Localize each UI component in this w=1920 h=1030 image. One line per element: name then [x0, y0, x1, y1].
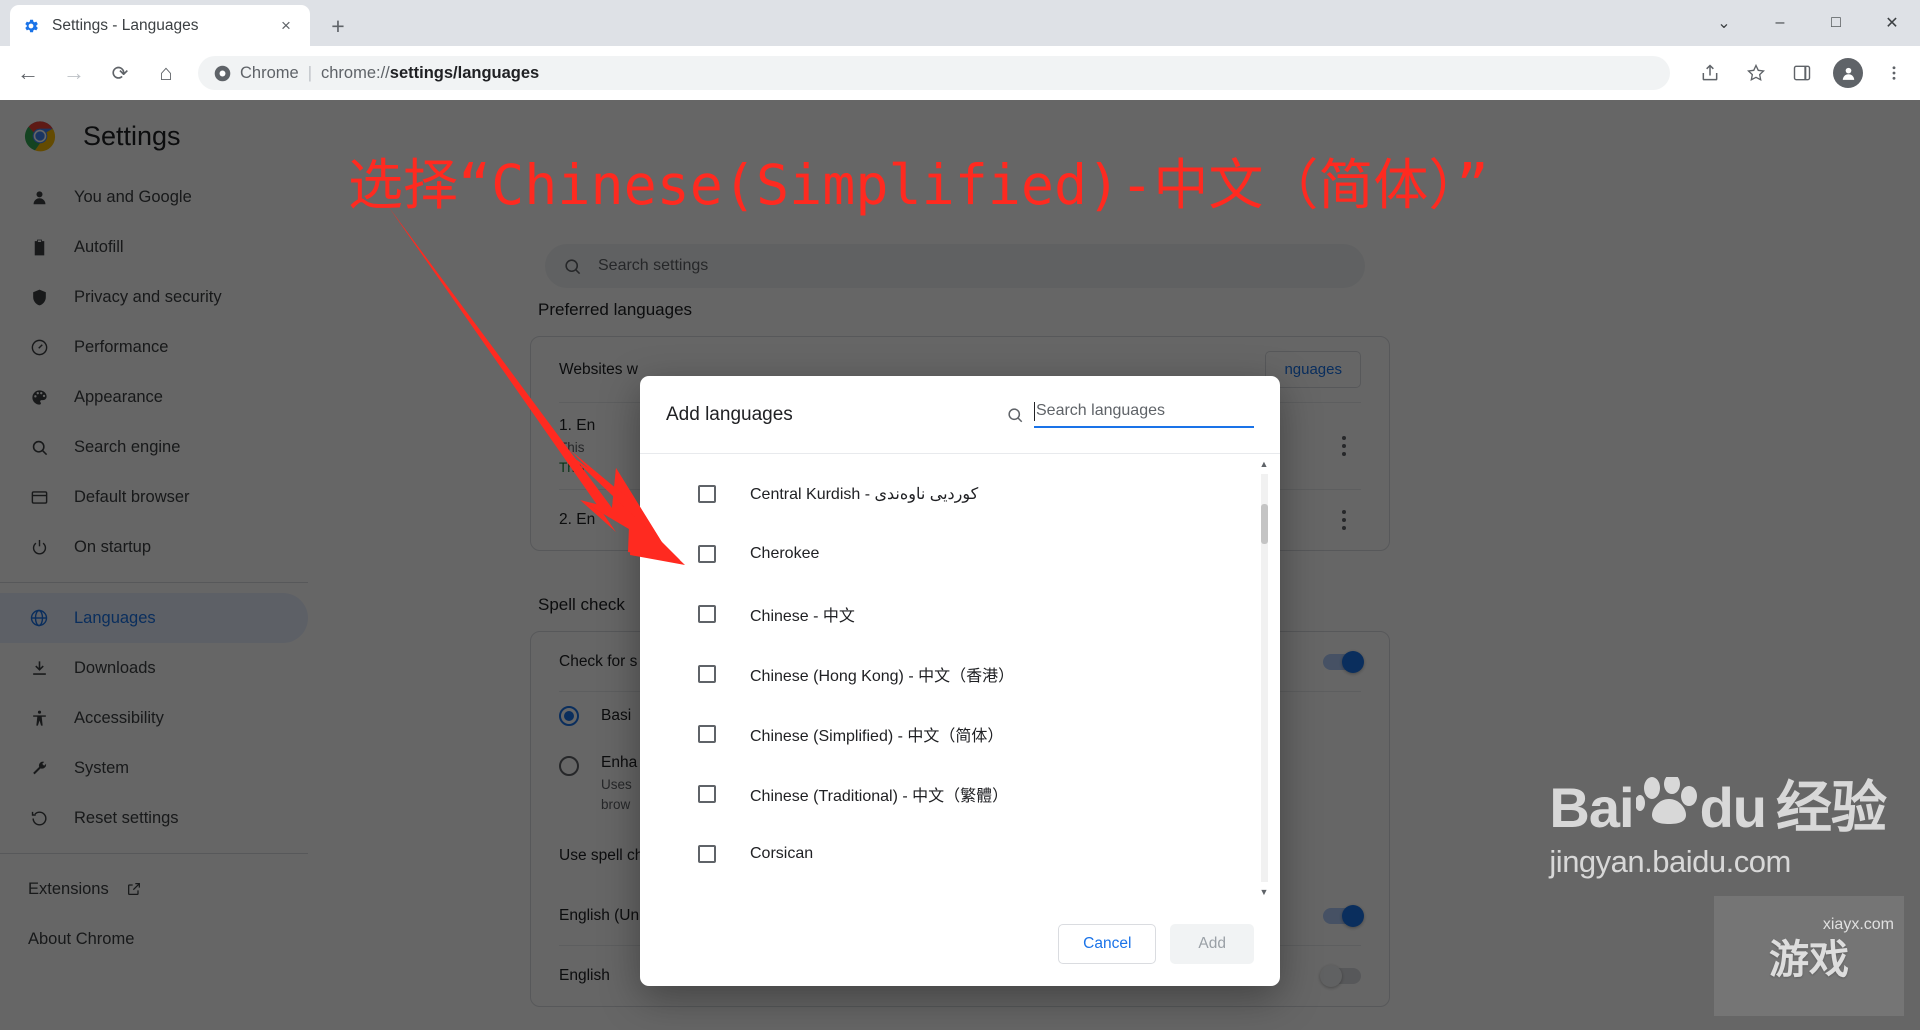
language-label: Corsican: [750, 845, 814, 862]
game-watermark-text: 游戏: [1769, 938, 1849, 982]
three-dot-menu-icon[interactable]: [1876, 55, 1912, 91]
baidu-suffix: 经验: [1776, 775, 1887, 839]
avatar[interactable]: [1830, 55, 1866, 91]
add-button[interactable]: Add: [1170, 924, 1254, 964]
gear-icon: [25, 19, 38, 32]
paw-icon: [1634, 774, 1698, 838]
checkbox[interactable]: [698, 785, 716, 803]
forward-icon[interactable]: →: [56, 55, 92, 91]
chrome-icon: [214, 65, 231, 81]
search-languages-placeholder: Search languages: [1036, 402, 1165, 419]
window-close-icon[interactable]: ✕: [1864, 0, 1920, 46]
side-panel-icon[interactable]: [1784, 55, 1820, 91]
scroll-down-icon[interactable]: ▼: [1257, 884, 1271, 900]
home-icon[interactable]: ⌂: [148, 55, 184, 91]
back-icon[interactable]: ←: [10, 55, 46, 91]
toolbar-right-actions: [1682, 55, 1912, 91]
scrollbar-thumb[interactable]: [1261, 504, 1268, 544]
browser-toolbar: ← → ⟳ ⌂ Chrome | chrome://settings/langu…: [0, 46, 1920, 100]
list-item[interactable]: Croatian - hrvatski: [640, 884, 1280, 902]
baidu-brand-2: du: [1699, 775, 1767, 839]
text-caret: [1034, 401, 1035, 421]
list-item[interactable]: Chinese (Hong Kong) - 中文（香港）: [640, 644, 1280, 704]
cancel-button[interactable]: Cancel: [1058, 924, 1157, 964]
close-icon[interactable]: ×: [274, 14, 298, 38]
omnibox-app-label: Chrome: [240, 63, 299, 82]
checkbox-chinese-simplified[interactable]: [698, 725, 716, 743]
list-item-chinese-simplified[interactable]: Chinese (Simplified) - 中文（简体）: [640, 704, 1280, 764]
new-tab-button[interactable]: +: [322, 10, 354, 42]
search-languages-input[interactable]: Search languages: [1034, 401, 1254, 428]
omnibox-separator: |: [307, 63, 312, 82]
list-scrollbar[interactable]: ▲ ▼: [1257, 454, 1271, 902]
share-icon[interactable]: [1692, 55, 1728, 91]
baidu-brand-1: Bai: [1549, 775, 1634, 839]
dialog-footer: Cancel Add: [640, 902, 1280, 986]
url-path: settings/languages: [389, 63, 540, 82]
language-label: Cherokee: [750, 545, 820, 562]
address-bar[interactable]: Chrome | chrome://settings/languages: [198, 56, 1670, 90]
settings-page: Settings Search settings You and Google …: [0, 100, 1920, 1030]
language-label: Chinese - 中文: [750, 608, 855, 625]
chevron-down-icon[interactable]: ⌄: [1696, 0, 1752, 46]
language-label: Chinese (Traditional) - 中文（繁體）: [750, 788, 1009, 805]
list-item[interactable]: Corsican: [640, 824, 1280, 884]
game-watermark: 游戏: [1714, 896, 1904, 1016]
language-label: Central Kurdish - کوردیی ناوەندی: [750, 486, 979, 503]
dialog-search[interactable]: Search languages: [1006, 401, 1254, 428]
url-prefix: chrome://: [320, 63, 390, 82]
baidu-watermark: Bai du 经验 jingyan.baidu.com: [1549, 774, 1887, 880]
baidu-logo: Bai du 经验: [1549, 774, 1887, 839]
tab-strip: Settings - Languages × + ⌄ – □ ✕: [0, 0, 1920, 46]
checkbox[interactable]: [698, 845, 716, 863]
browser-window: Settings - Languages × + ⌄ – □ ✕ ← → ⟳ ⌂…: [0, 0, 1920, 1030]
browser-tab[interactable]: Settings - Languages ×: [10, 5, 310, 46]
minimize-icon[interactable]: –: [1752, 0, 1808, 46]
maximize-icon[interactable]: □: [1808, 0, 1864, 46]
reload-icon[interactable]: ⟳: [102, 55, 138, 91]
language-label: Chinese (Simplified) - 中文（简体）: [750, 728, 1004, 745]
omnibox-url: chrome://settings/languages: [321, 64, 539, 83]
language-label: Chinese (Hong Kong) - 中文（香港）: [750, 668, 1015, 685]
red-arrow-annotation: [388, 206, 685, 618]
star-icon[interactable]: [1738, 55, 1774, 91]
window-controls: ⌄ – □ ✕: [1696, 0, 1920, 46]
scroll-up-icon[interactable]: ▲: [1257, 456, 1271, 472]
checkbox[interactable]: [698, 665, 716, 683]
list-item[interactable]: Chinese (Traditional) - 中文（繁體）: [640, 764, 1280, 824]
tab-title: Settings - Languages: [52, 16, 199, 34]
avatar-circle: [1833, 58, 1863, 88]
search-icon: [1006, 406, 1024, 424]
baidu-url: jingyan.baidu.com: [1549, 844, 1791, 879]
